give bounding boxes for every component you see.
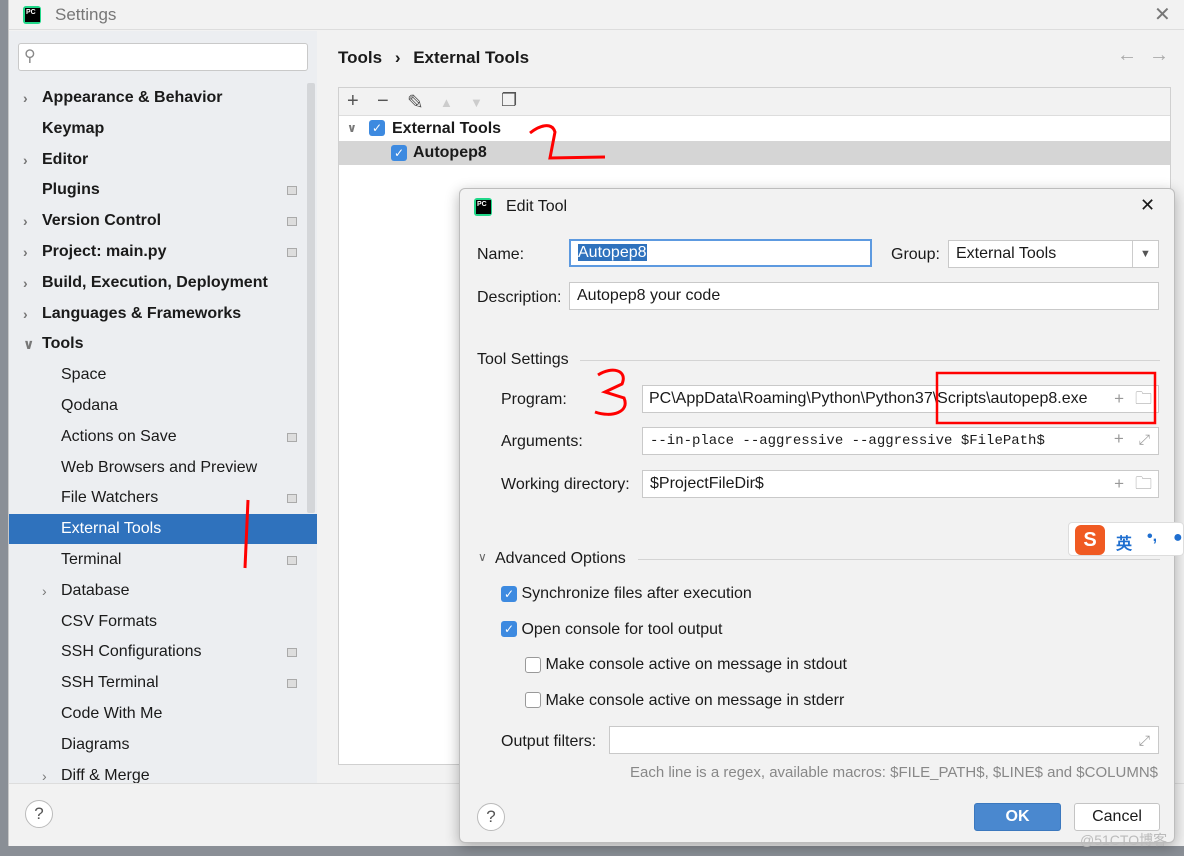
annotation-3 <box>594 368 627 416</box>
annotation-highlight-box <box>935 371 1157 425</box>
annotation-2 <box>529 124 606 160</box>
watermark: @51CTO博客 <box>1080 832 1168 848</box>
annotation-layer <box>243 124 1157 569</box>
annotation-1 <box>243 499 250 569</box>
